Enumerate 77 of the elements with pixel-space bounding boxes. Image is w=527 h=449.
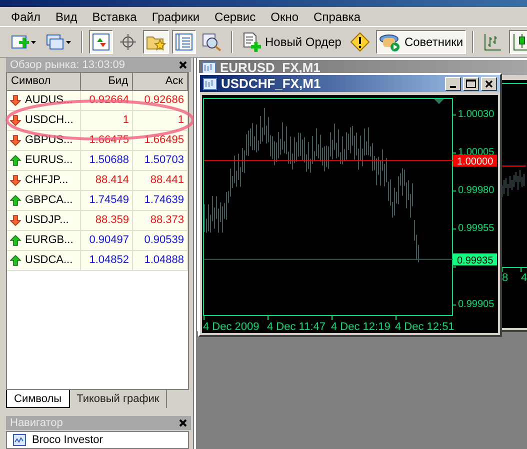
chart-window-icon: [202, 62, 216, 74]
bid-price-tag: 1.00000: [453, 154, 497, 168]
close-button[interactable]: [481, 76, 497, 90]
bid-cell: 1: [81, 110, 133, 131]
minimize-icon: [450, 86, 456, 88]
toolbar-button[interactable]: Новый Ордер: [239, 30, 344, 54]
toolbar-button[interactable]: Советники: [376, 30, 466, 54]
wizard-play-icon: [379, 32, 402, 52]
chart-window-icon: [203, 78, 217, 90]
ask-cell: 1.04888: [133, 250, 188, 271]
add-chart-icon: [11, 33, 37, 51]
document-plus-icon: [242, 32, 262, 52]
time-label: 4 Dec 12:19: [331, 321, 390, 333]
column-header[interactable]: Аск: [133, 72, 188, 91]
menu-item[interactable]: Справка: [306, 10, 369, 24]
panel-title: Обзор рынка: 13:03:09: [10, 58, 126, 71]
time-label: 4 Dec 2009: [203, 321, 260, 333]
menu-item[interactable]: Графики: [144, 10, 208, 24]
time-label: 4: [521, 272, 527, 284]
close-icon[interactable]: [179, 60, 187, 69]
navigator-item[interactable]: Broco Investor: [6, 431, 189, 449]
menu-item[interactable]: Файл: [4, 10, 49, 24]
toolbar-button[interactable]: [172, 30, 196, 54]
warning-icon: [350, 32, 370, 52]
ask-cell: 88.373: [133, 210, 188, 231]
symbol-cell[interactable]: EURUS...: [7, 150, 81, 171]
column-header[interactable]: Символ: [7, 72, 81, 91]
price-bars-drawing: [502, 170, 524, 198]
bid-cell: 88.414: [81, 170, 133, 191]
crosshair-icon: [119, 33, 137, 51]
ask-price-tag: 0.99935: [453, 253, 497, 266]
bid-cell: 1.50688: [81, 150, 133, 171]
price-label: 0.99980: [458, 185, 494, 196]
panel-title: Навигатор: [10, 417, 63, 429]
menu-item[interactable]: Вставка: [85, 10, 145, 24]
close-icon: [485, 80, 493, 88]
symbol-cell[interactable]: USDCA...: [7, 250, 81, 271]
chart-title: USDCHF_FX,M1: [221, 76, 321, 91]
ask-cell: 1.74639: [133, 190, 188, 211]
chart-title: EURUSD_FX,M1: [220, 60, 320, 75]
toolbar-button[interactable]: [89, 30, 113, 54]
tab[interactable]: Символы: [6, 390, 70, 408]
menu-item[interactable]: Вид: [48, 10, 86, 24]
terminal-icon: [13, 434, 26, 446]
time-label: 4 Dec 11:47: [267, 321, 326, 333]
price-label: 1.00030: [458, 109, 494, 120]
maximize-icon: [466, 79, 476, 88]
candlestick-icon: [512, 32, 527, 52]
windows-icon: [46, 33, 72, 51]
arrows-icon: [92, 33, 110, 51]
symbol-cell[interactable]: GBPCA...: [7, 190, 81, 211]
list-window-icon: [175, 33, 193, 51]
symbol-cell[interactable]: USDJP...: [7, 210, 81, 231]
ask-cell: 1.50703: [133, 150, 188, 171]
price-label: 0.99905: [458, 299, 494, 310]
symbol-cell[interactable]: EURGB...: [7, 230, 81, 251]
minimize-button[interactable]: [445, 76, 461, 90]
bid-cell: 88.359: [81, 210, 133, 231]
time-label: 4 Dec 12:51: [395, 321, 454, 333]
bid-cell: 0.90497: [81, 230, 133, 251]
bid-cell: 1.04852: [81, 250, 133, 271]
symbol-cell[interactable]: CHFJP...: [7, 170, 81, 191]
menu-item[interactable]: Сервис: [208, 10, 264, 24]
magnifier-icon: [202, 33, 222, 51]
close-icon[interactable]: [179, 419, 187, 427]
shift-marker-icon: [434, 99, 444, 104]
menu-item[interactable]: Окно: [264, 10, 307, 24]
maximize-button[interactable]: [463, 76, 479, 90]
bar-chart-icon: [483, 32, 504, 52]
ask-cell: 1: [133, 110, 188, 131]
price-label: 0.99955: [458, 223, 494, 234]
column-header[interactable]: Бид: [81, 72, 133, 91]
ask-cell: 0.90539: [133, 230, 188, 251]
bid-cell: 1.74549: [81, 190, 133, 211]
item-label: Broco Investor: [32, 434, 103, 446]
ask-cell: 88.441: [133, 170, 188, 191]
time-label: 8: [502, 272, 508, 284]
